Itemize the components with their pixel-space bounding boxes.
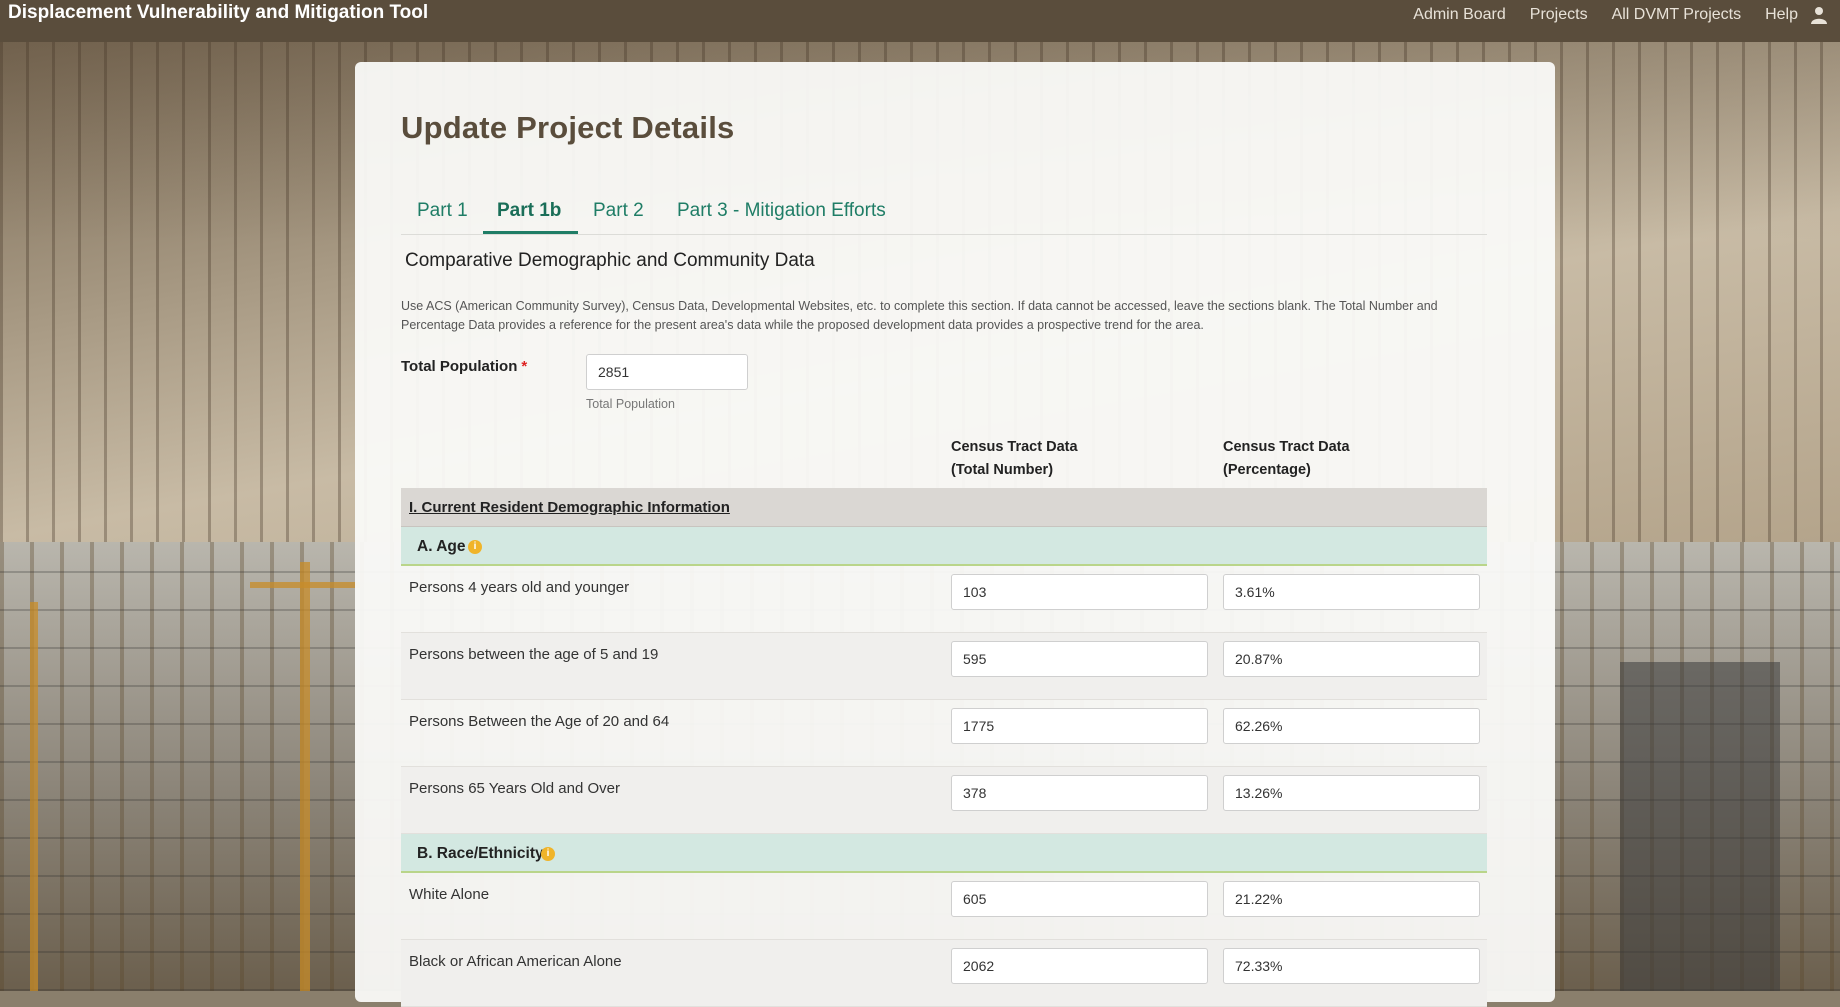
nav-projects[interactable]: Projects bbox=[1530, 6, 1588, 24]
subsection-race-ethnicity: B. Race/Ethnicity i bbox=[401, 834, 1487, 873]
app-title[interactable]: Displacement Vulnerability and Mitigatio… bbox=[8, 2, 428, 24]
project-details-card: Update Project Details Part 1 Part 1b Pa… bbox=[355, 62, 1555, 1007]
row-label: Persons Between the Age of 20 and 64 bbox=[409, 713, 670, 730]
tab-part-1b[interactable]: Part 1b bbox=[497, 200, 561, 222]
percentage-input[interactable] bbox=[1223, 775, 1480, 811]
section-instructions: Use ACS (American Community Survey), Cen… bbox=[401, 299, 1438, 332]
percentage-input[interactable] bbox=[1223, 641, 1480, 677]
tab-part-1[interactable]: Part 1 bbox=[417, 200, 468, 222]
table-row: Persons Between the Age of 20 and 64 bbox=[401, 700, 1487, 767]
table-row: Persons 65 Years Old and Over bbox=[401, 767, 1487, 834]
main-nav: Admin Board Projects All DVMT Projects H… bbox=[1413, 0, 1798, 30]
table-section-header-text: I. Current Resident Demographic Informat… bbox=[409, 499, 730, 516]
column-header-total-number-line2: (Total Number) bbox=[951, 462, 1054, 478]
table-row: Black or African American Alone bbox=[401, 940, 1487, 1007]
user-icon[interactable] bbox=[1810, 6, 1828, 24]
nav-help[interactable]: Help bbox=[1765, 6, 1798, 24]
row-label: Persons 4 years old and younger bbox=[409, 579, 630, 596]
total-population-label-text: Total Population bbox=[401, 358, 518, 375]
table-row: White Alone bbox=[401, 873, 1487, 940]
info-icon[interactable]: i bbox=[541, 847, 555, 861]
crane-decoration bbox=[300, 562, 310, 991]
crane-decoration bbox=[250, 582, 360, 588]
subsection-age: A. Age i bbox=[401, 527, 1487, 566]
total-number-input[interactable] bbox=[951, 881, 1208, 917]
column-header-percentage: Census Tract Data (Percentage) bbox=[1223, 436, 1350, 482]
total-population-label: Total Population * bbox=[401, 358, 527, 375]
column-header-total-number-line1: Census Tract Data bbox=[951, 439, 1078, 455]
total-number-input[interactable] bbox=[951, 708, 1208, 744]
total-number-input[interactable] bbox=[951, 948, 1208, 984]
required-marker: * bbox=[521, 358, 528, 375]
total-number-input[interactable] bbox=[951, 641, 1208, 677]
page-title: Update Project Details bbox=[401, 110, 735, 145]
tab-part-2[interactable]: Part 2 bbox=[593, 200, 644, 222]
active-tab-indicator bbox=[483, 231, 578, 234]
total-number-input[interactable] bbox=[951, 775, 1208, 811]
row-label: Persons 65 Years Old and Over bbox=[409, 780, 620, 797]
subsection-age-title: A. Age bbox=[417, 538, 466, 555]
info-icon[interactable]: i bbox=[468, 540, 482, 554]
column-header-total-number: Census Tract Data (Total Number) bbox=[951, 436, 1078, 482]
row-label: Persons between the age of 5 and 19 bbox=[409, 646, 659, 663]
subsection-race-title: B. Race/Ethnicity bbox=[417, 845, 544, 862]
percentage-input[interactable] bbox=[1223, 881, 1480, 917]
table-row: Persons 4 years old and younger bbox=[401, 566, 1487, 633]
row-label: Black or African American Alone bbox=[409, 953, 622, 970]
table-section-header: I. Current Resident Demographic Informat… bbox=[401, 488, 1487, 527]
section-title: Comparative Demographic and Community Da… bbox=[405, 250, 815, 271]
building-decoration bbox=[1620, 662, 1780, 991]
column-header-percentage-line1: Census Tract Data bbox=[1223, 439, 1350, 455]
column-header-percentage-line2: (Percentage) bbox=[1223, 462, 1311, 478]
tab-part-3-mitigation-efforts[interactable]: Part 3 - Mitigation Efforts bbox=[677, 200, 886, 222]
table-row: Persons between the age of 5 and 19 bbox=[401, 633, 1487, 700]
total-population-help: Total Population bbox=[586, 397, 675, 411]
nav-all-dvmt-projects[interactable]: All DVMT Projects bbox=[1612, 6, 1742, 24]
percentage-input[interactable] bbox=[1223, 708, 1480, 744]
percentage-input[interactable] bbox=[1223, 948, 1480, 984]
total-population-input[interactable] bbox=[586, 354, 748, 390]
percentage-input[interactable] bbox=[1223, 574, 1480, 610]
top-navbar: Displacement Vulnerability and Mitigatio… bbox=[0, 0, 1840, 42]
row-label: White Alone bbox=[409, 886, 490, 903]
nav-admin-board[interactable]: Admin Board bbox=[1413, 6, 1506, 24]
total-number-input[interactable] bbox=[951, 574, 1208, 610]
crane-decoration bbox=[30, 602, 38, 991]
part-tabs: Part 1 Part 1b Part 2 Part 3 - Mitigatio… bbox=[401, 192, 1487, 235]
demographic-table: I. Current Resident Demographic Informat… bbox=[401, 488, 1487, 1007]
